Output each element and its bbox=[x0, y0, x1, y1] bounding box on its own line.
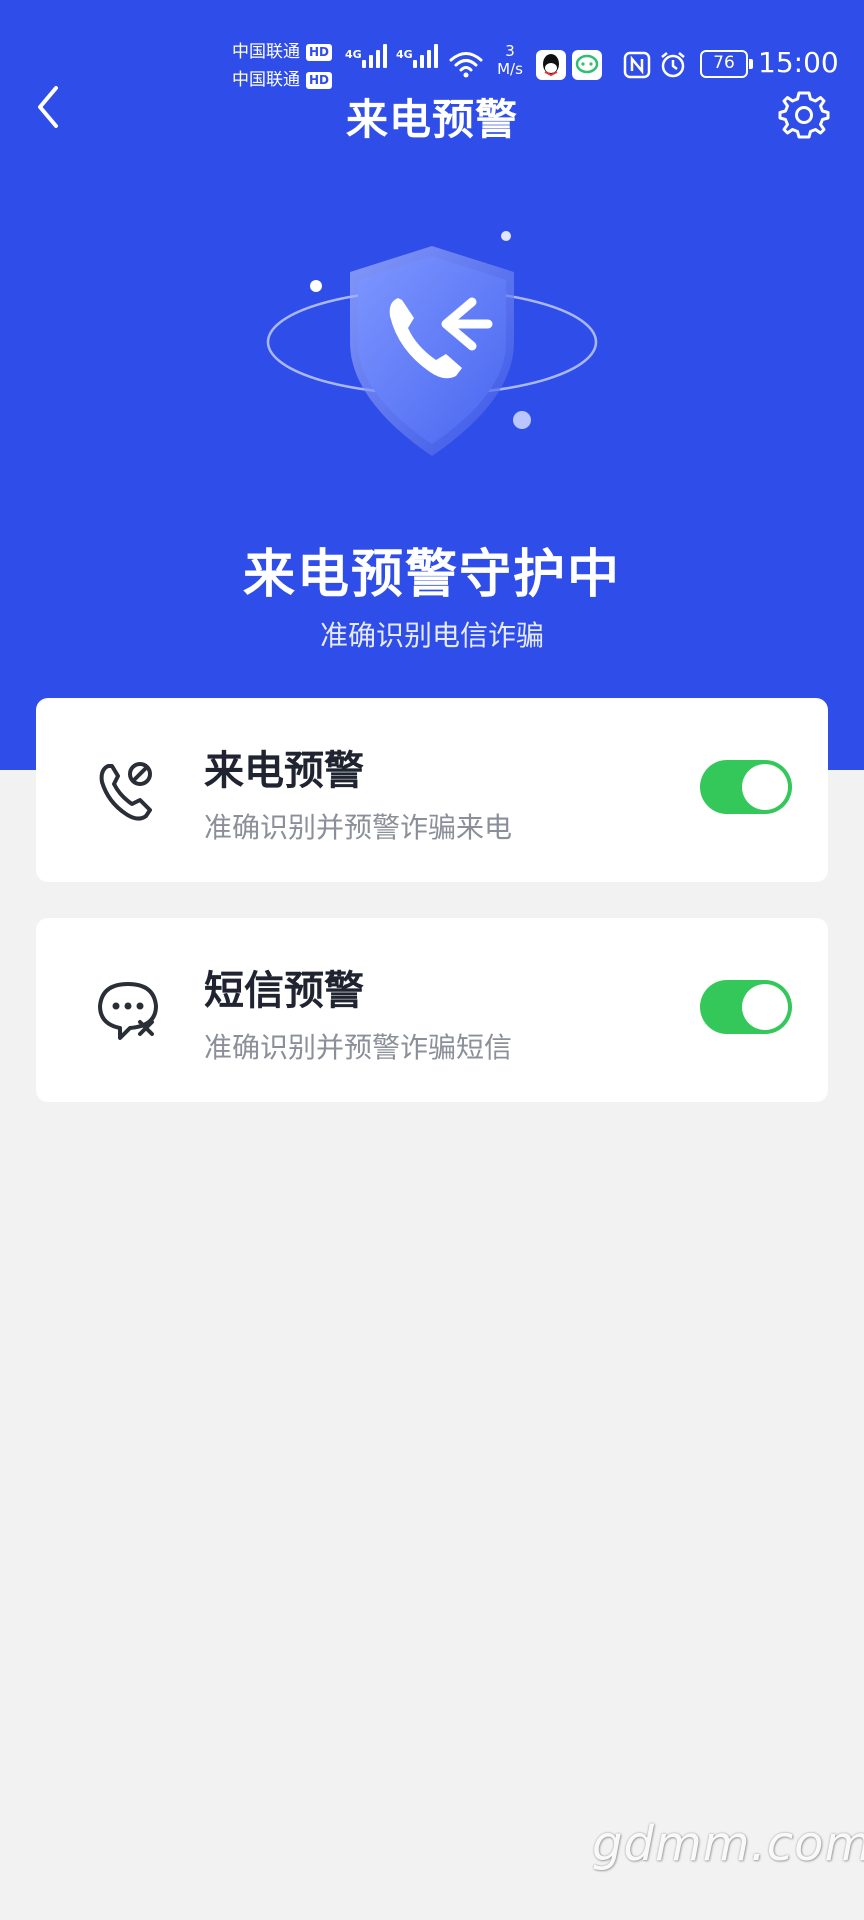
incoming-call-alert-page: 中国联通 HD 中国联通 HD 4G 4G 3 M/s 76 15:00 来电预… bbox=[0, 0, 864, 1920]
network-speed: 3 M/s bbox=[492, 42, 528, 78]
hero-subtitle: 准确识别电信诈骗 bbox=[319, 619, 544, 652]
battery-level: 76 bbox=[713, 53, 735, 73]
hd-badge-1: HD bbox=[306, 43, 333, 61]
settings-button[interactable] bbox=[776, 88, 832, 144]
message-alert-icon bbox=[98, 982, 158, 1040]
nfc-icon bbox=[623, 51, 651, 79]
speed-value: 3 bbox=[505, 42, 515, 60]
call-alert-toggle[interactable] bbox=[700, 760, 792, 814]
shield-incoming-call-icon bbox=[266, 231, 598, 456]
call-alert-title: 来电预警 bbox=[204, 748, 364, 794]
sms-alert-title: 短信预警 bbox=[204, 968, 364, 1014]
status-time: 15:00 bbox=[758, 46, 839, 79]
wifi-icon bbox=[449, 52, 483, 78]
sms-alert-description: 准确识别并预警诈骗短信 bbox=[204, 1031, 513, 1064]
messaging-app-icon bbox=[572, 50, 602, 80]
carrier-row-1: 中国联通 HD bbox=[232, 38, 333, 66]
gear-icon bbox=[778, 91, 830, 139]
call-alert-card: 来电预警 准确识别并预警诈骗来电 bbox=[36, 698, 828, 882]
sms-alert-card: 短信预警 准确识别并预警诈骗短信 bbox=[36, 918, 828, 1102]
toggle-knob bbox=[742, 984, 788, 1030]
call-alert-description: 准确识别并预警诈骗来电 bbox=[204, 811, 513, 844]
signal-icon bbox=[413, 44, 438, 68]
page-title: 来电预警 bbox=[345, 95, 518, 144]
phone-alert-icon bbox=[99, 762, 152, 821]
toggle-knob bbox=[742, 764, 788, 810]
alarm-icon bbox=[661, 52, 685, 78]
hero-title: 来电预警守护中 bbox=[242, 545, 621, 605]
watermark: gdmm.com bbox=[592, 1816, 864, 1872]
sms-alert-toggle[interactable] bbox=[700, 980, 792, 1034]
network-type-2: 4G bbox=[396, 48, 413, 61]
speed-unit: M/s bbox=[497, 60, 523, 78]
network-type-1: 4G bbox=[345, 48, 362, 61]
battery-icon: 76 bbox=[700, 50, 753, 78]
carrier-name-1: 中国联通 bbox=[232, 42, 300, 62]
signal-icon bbox=[362, 44, 387, 68]
qq-icon bbox=[536, 50, 566, 80]
